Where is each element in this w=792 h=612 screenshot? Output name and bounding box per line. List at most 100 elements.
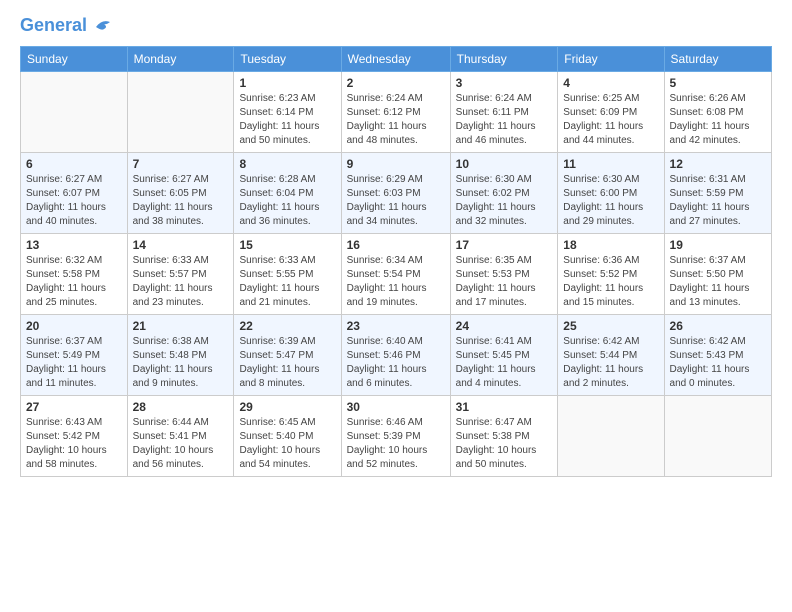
logo-general: General xyxy=(20,15,87,35)
day-of-week-header: Thursday xyxy=(450,46,558,71)
calendar-cell: 9 Sunrise: 6:29 AM Sunset: 6:03 PM Daylig… xyxy=(341,152,450,233)
calendar-cell: 11Sunrise: 6:30 AM Sunset: 6:00 PM Dayli… xyxy=(558,152,664,233)
day-info: Sunrise: 6:23 AM Sunset: 6:14 PM Dayligh… xyxy=(239,92,335,148)
day-number: 5 xyxy=(670,76,766,90)
day-info: Sunrise: 6:37 AM Sunset: 5:49 PM Dayligh… xyxy=(26,335,122,391)
calendar-cell: 13 Sunrise: 6:32 AM Sunset: 5:58 PM Dayli… xyxy=(21,233,128,314)
day-info: Sunrise: 6:38 AM Sunset: 5:48 PM Dayligh… xyxy=(133,335,229,391)
calendar-week-row: 1Sunrise: 6:23 AM Sunset: 6:14 PM Daylig… xyxy=(21,71,772,152)
calendar-cell: 21Sunrise: 6:38 AM Sunset: 5:48 PM Dayli… xyxy=(127,314,234,395)
day-info: Sunrise: 6:27 AM Sunset: 6:07 PM Dayligh… xyxy=(26,173,122,229)
day-number: 4 xyxy=(563,76,658,90)
day-number: 22 xyxy=(239,319,335,333)
day-number: 18 xyxy=(563,238,658,252)
calendar-cell: 23 Sunrise: 6:40 AM Sunset: 5:46 PM Dayli… xyxy=(341,314,450,395)
calendar-cell: 30 Sunrise: 6:46 AM Sunset: 5:39 PM Dayli… xyxy=(341,395,450,476)
day-number: 9 xyxy=(347,157,445,171)
day-number: 6 xyxy=(26,157,122,171)
calendar-week-row: 27 Sunrise: 6:43 AM Sunset: 5:42 PM Dayli… xyxy=(21,395,772,476)
day-info: Sunrise: 6:30 AM Sunset: 6:02 PM Dayligh… xyxy=(456,173,553,229)
day-number: 15 xyxy=(239,238,335,252)
day-info: Sunrise: 6:25 AM Sunset: 6:09 PM Dayligh… xyxy=(563,92,658,148)
calendar-week-row: 6 Sunrise: 6:27 AM Sunset: 6:07 PM Daylig… xyxy=(21,152,772,233)
day-info: Sunrise: 6:36 AM Sunset: 5:52 PM Dayligh… xyxy=(563,254,658,310)
day-number: 31 xyxy=(456,400,553,414)
calendar-cell: 1Sunrise: 6:23 AM Sunset: 6:14 PM Daylig… xyxy=(234,71,341,152)
calendar-cell: 18 Sunrise: 6:36 AM Sunset: 5:52 PM Dayli… xyxy=(558,233,664,314)
day-info: Sunrise: 6:24 AM Sunset: 6:12 PM Dayligh… xyxy=(347,92,445,148)
day-info: Sunrise: 6:29 AM Sunset: 6:03 PM Dayligh… xyxy=(347,173,445,229)
day-number: 24 xyxy=(456,319,553,333)
calendar-cell: 20 Sunrise: 6:37 AM Sunset: 5:49 PM Dayli… xyxy=(21,314,128,395)
day-number: 30 xyxy=(347,400,445,414)
calendar-cell: 14 Sunrise: 6:33 AM Sunset: 5:57 PM Dayli… xyxy=(127,233,234,314)
calendar-cell: 25Sunrise: 6:42 AM Sunset: 5:44 PM Dayli… xyxy=(558,314,664,395)
calendar-cell: 5 Sunrise: 6:26 AM Sunset: 6:08 PM Daylig… xyxy=(664,71,771,152)
calendar-cell: 4 Sunrise: 6:25 AM Sunset: 6:09 PM Daylig… xyxy=(558,71,664,152)
day-info: Sunrise: 6:35 AM Sunset: 5:53 PM Dayligh… xyxy=(456,254,553,310)
day-info: Sunrise: 6:45 AM Sunset: 5:40 PM Dayligh… xyxy=(239,416,335,472)
day-number: 17 xyxy=(456,238,553,252)
day-info: Sunrise: 6:33 AM Sunset: 5:55 PM Dayligh… xyxy=(239,254,335,310)
day-of-week-header: Sunday xyxy=(21,46,128,71)
logo-text: General xyxy=(20,16,112,36)
day-number: 2 xyxy=(347,76,445,90)
day-of-week-header: Friday xyxy=(558,46,664,71)
calendar-page: General SundayMondayTuesdayWednesdayThur… xyxy=(0,0,792,612)
day-number: 13 xyxy=(26,238,122,252)
day-info: Sunrise: 6:32 AM Sunset: 5:58 PM Dayligh… xyxy=(26,254,122,310)
day-number: 7 xyxy=(133,157,229,171)
calendar-cell xyxy=(558,395,664,476)
day-of-week-header: Wednesday xyxy=(341,46,450,71)
day-number: 23 xyxy=(347,319,445,333)
day-info: Sunrise: 6:44 AM Sunset: 5:41 PM Dayligh… xyxy=(133,416,229,472)
header: General xyxy=(20,16,772,36)
day-number: 10 xyxy=(456,157,553,171)
calendar-table: SundayMondayTuesdayWednesdayThursdayFrid… xyxy=(20,46,772,477)
day-info: Sunrise: 6:41 AM Sunset: 5:45 PM Dayligh… xyxy=(456,335,553,391)
day-info: Sunrise: 6:26 AM Sunset: 6:08 PM Dayligh… xyxy=(670,92,766,148)
day-info: Sunrise: 6:34 AM Sunset: 5:54 PM Dayligh… xyxy=(347,254,445,310)
calendar-cell: 7 Sunrise: 6:27 AM Sunset: 6:05 PM Daylig… xyxy=(127,152,234,233)
day-number: 28 xyxy=(133,400,229,414)
calendar-cell: 17 Sunrise: 6:35 AM Sunset: 5:53 PM Dayli… xyxy=(450,233,558,314)
day-number: 12 xyxy=(670,157,766,171)
day-number: 19 xyxy=(670,238,766,252)
calendar-cell: 26Sunrise: 6:42 AM Sunset: 5:43 PM Dayli… xyxy=(664,314,771,395)
calendar-cell: 24 Sunrise: 6:41 AM Sunset: 5:45 PM Dayli… xyxy=(450,314,558,395)
calendar-cell: 27 Sunrise: 6:43 AM Sunset: 5:42 PM Dayli… xyxy=(21,395,128,476)
calendar-cell: 19 Sunrise: 6:37 AM Sunset: 5:50 PM Dayli… xyxy=(664,233,771,314)
logo-bird-icon xyxy=(94,19,112,33)
day-number: 20 xyxy=(26,319,122,333)
day-info: Sunrise: 6:33 AM Sunset: 5:57 PM Dayligh… xyxy=(133,254,229,310)
day-number: 27 xyxy=(26,400,122,414)
day-info: Sunrise: 6:39 AM Sunset: 5:47 PM Dayligh… xyxy=(239,335,335,391)
day-of-week-header: Tuesday xyxy=(234,46,341,71)
day-of-week-header: Saturday xyxy=(664,46,771,71)
calendar-week-row: 20 Sunrise: 6:37 AM Sunset: 5:49 PM Dayli… xyxy=(21,314,772,395)
day-number: 16 xyxy=(347,238,445,252)
calendar-cell: 29 Sunrise: 6:45 AM Sunset: 5:40 PM Dayli… xyxy=(234,395,341,476)
calendar-cell: 8 Sunrise: 6:28 AM Sunset: 6:04 PM Daylig… xyxy=(234,152,341,233)
day-info: Sunrise: 6:42 AM Sunset: 5:44 PM Dayligh… xyxy=(563,335,658,391)
calendar-cell: 16 Sunrise: 6:34 AM Sunset: 5:54 PM Dayli… xyxy=(341,233,450,314)
day-info: Sunrise: 6:28 AM Sunset: 6:04 PM Dayligh… xyxy=(239,173,335,229)
day-info: Sunrise: 6:43 AM Sunset: 5:42 PM Dayligh… xyxy=(26,416,122,472)
day-info: Sunrise: 6:24 AM Sunset: 6:11 PM Dayligh… xyxy=(456,92,553,148)
day-info: Sunrise: 6:46 AM Sunset: 5:39 PM Dayligh… xyxy=(347,416,445,472)
calendar-cell: 6 Sunrise: 6:27 AM Sunset: 6:07 PM Daylig… xyxy=(21,152,128,233)
calendar-cell xyxy=(127,71,234,152)
day-number: 29 xyxy=(239,400,335,414)
day-info: Sunrise: 6:40 AM Sunset: 5:46 PM Dayligh… xyxy=(347,335,445,391)
calendar-header-row: SundayMondayTuesdayWednesdayThursdayFrid… xyxy=(21,46,772,71)
calendar-cell: 28 Sunrise: 6:44 AM Sunset: 5:41 PM Dayli… xyxy=(127,395,234,476)
calendar-cell: 2 Sunrise: 6:24 AM Sunset: 6:12 PM Daylig… xyxy=(341,71,450,152)
day-number: 8 xyxy=(239,157,335,171)
day-info: Sunrise: 6:47 AM Sunset: 5:38 PM Dayligh… xyxy=(456,416,553,472)
day-number: 26 xyxy=(670,319,766,333)
day-number: 14 xyxy=(133,238,229,252)
logo: General xyxy=(20,16,112,36)
day-info: Sunrise: 6:27 AM Sunset: 6:05 PM Dayligh… xyxy=(133,173,229,229)
day-info: Sunrise: 6:37 AM Sunset: 5:50 PM Dayligh… xyxy=(670,254,766,310)
calendar-cell: 31 Sunrise: 6:47 AM Sunset: 5:38 PM Dayli… xyxy=(450,395,558,476)
